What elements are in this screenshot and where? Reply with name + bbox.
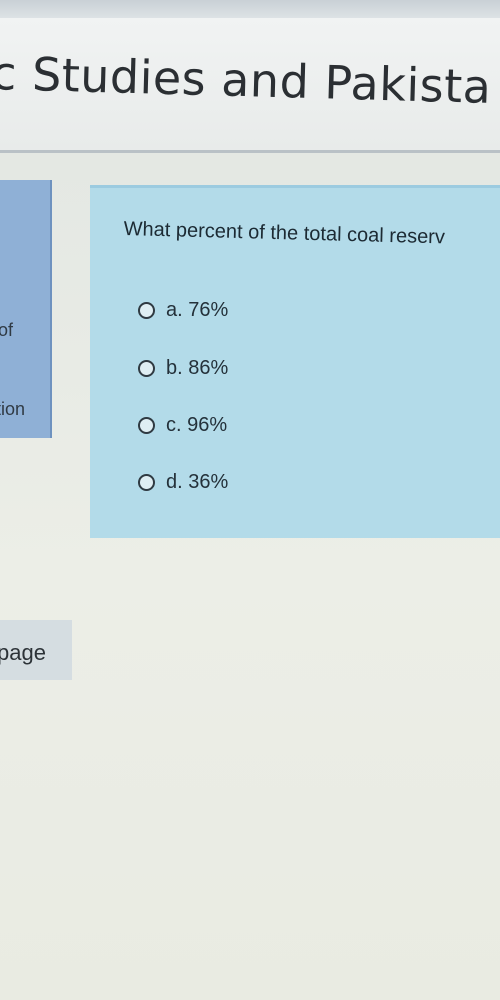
answer-option-b[interactable]: b. 86% bbox=[138, 354, 228, 382]
answer-option-d[interactable]: d. 36% bbox=[138, 468, 228, 496]
course-header: c Studies and Pakista bbox=[0, 18, 500, 150]
answer-option-label: a. 76% bbox=[166, 298, 229, 321]
radio-button-icon[interactable] bbox=[138, 416, 155, 434]
radio-button-icon[interactable] bbox=[138, 473, 155, 491]
answer-option-c[interactable]: c. 96% bbox=[138, 411, 227, 439]
question-text: What percent of the total coal reserv bbox=[123, 218, 446, 249]
page-navigation-button[interactable]: page bbox=[0, 620, 72, 680]
flag-question-link[interactable]: tion bbox=[0, 399, 25, 420]
course-title: c Studies and Pakista bbox=[0, 46, 493, 114]
top-bar bbox=[0, 0, 500, 18]
page-navigation-label: page bbox=[0, 640, 46, 665]
question-content: What percent of the total coal reserv a.… bbox=[90, 185, 500, 538]
radio-button-icon[interactable] bbox=[138, 301, 155, 319]
question-info-text: of bbox=[0, 320, 14, 340]
answer-option-a[interactable]: a. 76% bbox=[138, 296, 228, 324]
radio-button-icon[interactable] bbox=[138, 359, 155, 377]
answer-option-label: c. 96% bbox=[166, 413, 228, 436]
answer-option-label: d. 36% bbox=[166, 470, 229, 493]
answer-option-label: b. 86% bbox=[166, 356, 229, 379]
